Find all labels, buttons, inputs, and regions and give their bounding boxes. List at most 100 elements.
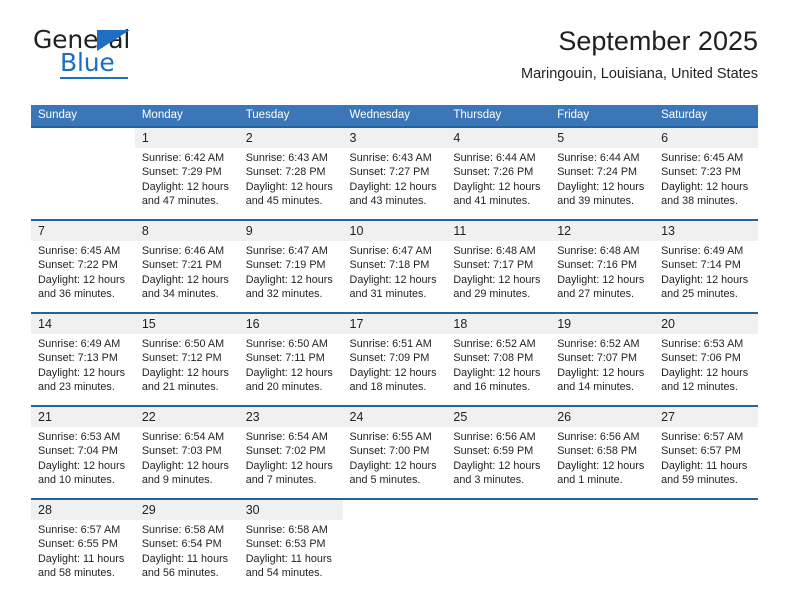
day-cell[interactable]: Sunrise: 6:56 AM Sunset: 6:59 PM Daylight:… [446, 427, 551, 498]
day-number[interactable]: 9 [238, 221, 343, 241]
daylight-text: Daylight: 12 hours and 10 minutes. [38, 459, 126, 486]
day-number[interactable]: 26 [550, 407, 655, 427]
day-number[interactable]: 29 [134, 500, 239, 520]
day-cell[interactable]: Sunrise: 6:45 AM Sunset: 7:22 PM Daylight:… [31, 241, 135, 312]
day-number[interactable]: 3 [342, 128, 447, 148]
day-cell[interactable]: Sunrise: 6:45 AM Sunset: 7:23 PM Daylight:… [654, 148, 758, 219]
day-cell[interactable]: Sunrise: 6:50 AM Sunset: 7:11 PM Daylight:… [238, 334, 343, 405]
day-number[interactable]: 6 [654, 128, 758, 148]
daylight-text: Daylight: 12 hours and 7 minutes. [245, 459, 333, 486]
day-cell[interactable]: Sunrise: 6:57 AM Sunset: 6:55 PM Daylight:… [31, 520, 135, 591]
sunrise-text: Sunrise: 6:48 AM [453, 245, 536, 257]
sunset-text: Sunset: 7:06 PM [661, 352, 741, 365]
day-number[interactable]: 24 [342, 407, 447, 427]
day-number[interactable]: 15 [134, 314, 239, 334]
day-cell[interactable]: Sunrise: 6:47 AM Sunset: 7:18 PM Daylight:… [342, 241, 447, 312]
daylight-text: Daylight: 12 hours and 41 minutes. [453, 180, 541, 207]
day-detail: Sunrise: 6:54 AM Sunset: 7:03 PM Daylight:… [142, 430, 233, 487]
day-number[interactable]: 22 [134, 407, 239, 427]
empty-day-cell [654, 500, 758, 520]
day-cell[interactable]: Sunrise: 6:43 AM Sunset: 7:27 PM Daylight:… [342, 148, 447, 219]
day-cell[interactable]: Sunrise: 6:53 AM Sunset: 7:04 PM Daylight:… [31, 427, 135, 498]
day-cell[interactable]: Sunrise: 6:57 AM Sunset: 6:57 PM Daylight:… [654, 427, 758, 498]
day-number[interactable]: 17 [342, 314, 447, 334]
day-cell[interactable]: Sunrise: 6:58 AM Sunset: 6:54 PM Daylight:… [134, 520, 239, 591]
day-cell[interactable]: Sunrise: 6:42 AM Sunset: 7:29 PM Daylight:… [134, 148, 239, 219]
day-cell[interactable]: Sunrise: 6:53 AM Sunset: 7:06 PM Daylight:… [654, 334, 758, 405]
day-number[interactable]: 25 [446, 407, 551, 427]
day-number[interactable]: 10 [342, 221, 447, 241]
day-number[interactable]: 28 [31, 500, 135, 520]
day-number[interactable]: 13 [654, 221, 758, 241]
day-cell[interactable]: Sunrise: 6:47 AM Sunset: 7:19 PM Daylight:… [238, 241, 343, 312]
day-cell[interactable]: Sunrise: 6:48 AM Sunset: 7:16 PM Daylight:… [550, 241, 655, 312]
daylight-text: Daylight: 12 hours and 32 minutes. [245, 273, 333, 300]
day-number[interactable]: 7 [31, 221, 135, 241]
sunrise-text: Sunrise: 6:54 AM [141, 431, 225, 443]
day-cell[interactable]: Sunrise: 6:50 AM Sunset: 7:12 PM Daylight:… [134, 334, 239, 405]
day-detail: Sunrise: 6:58 AM Sunset: 6:53 PM Daylight:… [246, 523, 337, 580]
day-detail: Sunrise: 6:48 AM Sunset: 7:17 PM Daylight:… [453, 244, 544, 301]
day-cell[interactable]: Sunrise: 6:51 AM Sunset: 7:09 PM Daylight:… [342, 334, 447, 405]
day-number[interactable]: 5 [550, 128, 655, 148]
daylight-text: Daylight: 12 hours and 47 minutes. [141, 180, 229, 207]
day-cell[interactable]: Sunrise: 6:49 AM Sunset: 7:13 PM Daylight:… [31, 334, 135, 405]
day-number[interactable]: 30 [238, 500, 343, 520]
day-number[interactable]: 20 [654, 314, 758, 334]
day-cell[interactable]: Sunrise: 6:43 AM Sunset: 7:28 PM Daylight:… [238, 148, 343, 219]
day-cell[interactable]: Sunrise: 6:52 AM Sunset: 7:07 PM Daylight:… [550, 334, 655, 405]
title-block: September 2025 Maringouin, Louisiana, Un… [521, 24, 758, 83]
sunset-text: Sunset: 7:21 PM [141, 259, 222, 272]
day-cell[interactable]: Sunrise: 6:44 AM Sunset: 7:24 PM Daylight:… [550, 148, 655, 219]
day-number[interactable]: 18 [446, 314, 551, 334]
weekday-header-tuesday: Tuesday [238, 105, 343, 126]
day-detail: Sunrise: 6:52 AM Sunset: 7:08 PM Daylight:… [453, 337, 544, 394]
daylight-text: Daylight: 12 hours and 9 minutes. [141, 459, 229, 486]
week-daynumber-row: 7 8 9 10 11 12 13 [31, 221, 758, 241]
day-cell[interactable]: Sunrise: 6:49 AM Sunset: 7:14 PM Daylight:… [654, 241, 758, 312]
logo-text-blue: Blue [60, 48, 115, 77]
day-cell[interactable]: Sunrise: 6:58 AM Sunset: 6:53 PM Daylight:… [238, 520, 343, 591]
day-number[interactable]: 11 [446, 221, 551, 241]
day-number[interactable]: 21 [31, 407, 135, 427]
day-detail: Sunrise: 6:55 AM Sunset: 7:00 PM Daylight:… [350, 430, 441, 487]
day-number[interactable]: 2 [238, 128, 343, 148]
empty-day-cell [446, 520, 551, 591]
logo-underline [60, 77, 128, 79]
day-cell[interactable]: Sunrise: 6:56 AM Sunset: 6:58 PM Daylight:… [550, 427, 655, 498]
day-detail: Sunrise: 6:57 AM Sunset: 6:55 PM Daylight:… [38, 523, 129, 580]
day-number[interactable]: 19 [550, 314, 655, 334]
day-number[interactable]: 4 [446, 128, 551, 148]
empty-day-cell [342, 500, 447, 520]
day-number[interactable]: 16 [238, 314, 343, 334]
daylight-text: Daylight: 12 hours and 14 minutes. [557, 366, 645, 393]
day-number[interactable]: 8 [134, 221, 239, 241]
day-cell[interactable]: Sunrise: 6:55 AM Sunset: 7:00 PM Daylight:… [342, 427, 447, 498]
day-detail: Sunrise: 6:52 AM Sunset: 7:07 PM Daylight:… [557, 337, 648, 394]
sunset-text: Sunset: 7:12 PM [141, 352, 222, 365]
sunset-text: Sunset: 7:23 PM [661, 166, 741, 179]
sunset-text: Sunset: 7:09 PM [349, 352, 430, 365]
sunset-text: Sunset: 7:26 PM [453, 166, 534, 179]
day-cell[interactable]: Sunrise: 6:48 AM Sunset: 7:17 PM Daylight:… [446, 241, 551, 312]
daylight-text: Daylight: 12 hours and 21 minutes. [141, 366, 229, 393]
sunrise-text: Sunrise: 6:46 AM [141, 245, 225, 257]
day-number[interactable]: 27 [654, 407, 758, 427]
day-cell[interactable]: Sunrise: 6:44 AM Sunset: 7:26 PM Daylight:… [446, 148, 551, 219]
sunrise-text: Sunrise: 6:57 AM [38, 524, 121, 536]
sunrise-text: Sunrise: 6:47 AM [245, 245, 328, 257]
day-cell[interactable]: Sunrise: 6:46 AM Sunset: 7:21 PM Daylight:… [134, 241, 239, 312]
day-number[interactable]: 23 [238, 407, 343, 427]
day-number[interactable]: 14 [31, 314, 135, 334]
day-cell[interactable]: Sunrise: 6:52 AM Sunset: 7:08 PM Daylight:… [446, 334, 551, 405]
day-number[interactable]: 1 [134, 128, 239, 148]
day-detail: Sunrise: 6:56 AM Sunset: 6:59 PM Daylight:… [453, 430, 544, 487]
calendar-table: Sunday Monday Tuesday Wednesday Thursday… [31, 105, 758, 591]
day-cell[interactable]: Sunrise: 6:54 AM Sunset: 7:02 PM Daylight:… [238, 427, 343, 498]
week-daynumber-row: 14 15 16 17 18 19 20 [31, 314, 758, 334]
day-cell[interactable]: Sunrise: 6:54 AM Sunset: 7:03 PM Daylight:… [134, 427, 239, 498]
sunrise-text: Sunrise: 6:49 AM [38, 338, 121, 350]
sunset-text: Sunset: 6:58 PM [557, 445, 638, 458]
sunset-text: Sunset: 7:18 PM [349, 259, 430, 272]
day-number[interactable]: 12 [550, 221, 655, 241]
